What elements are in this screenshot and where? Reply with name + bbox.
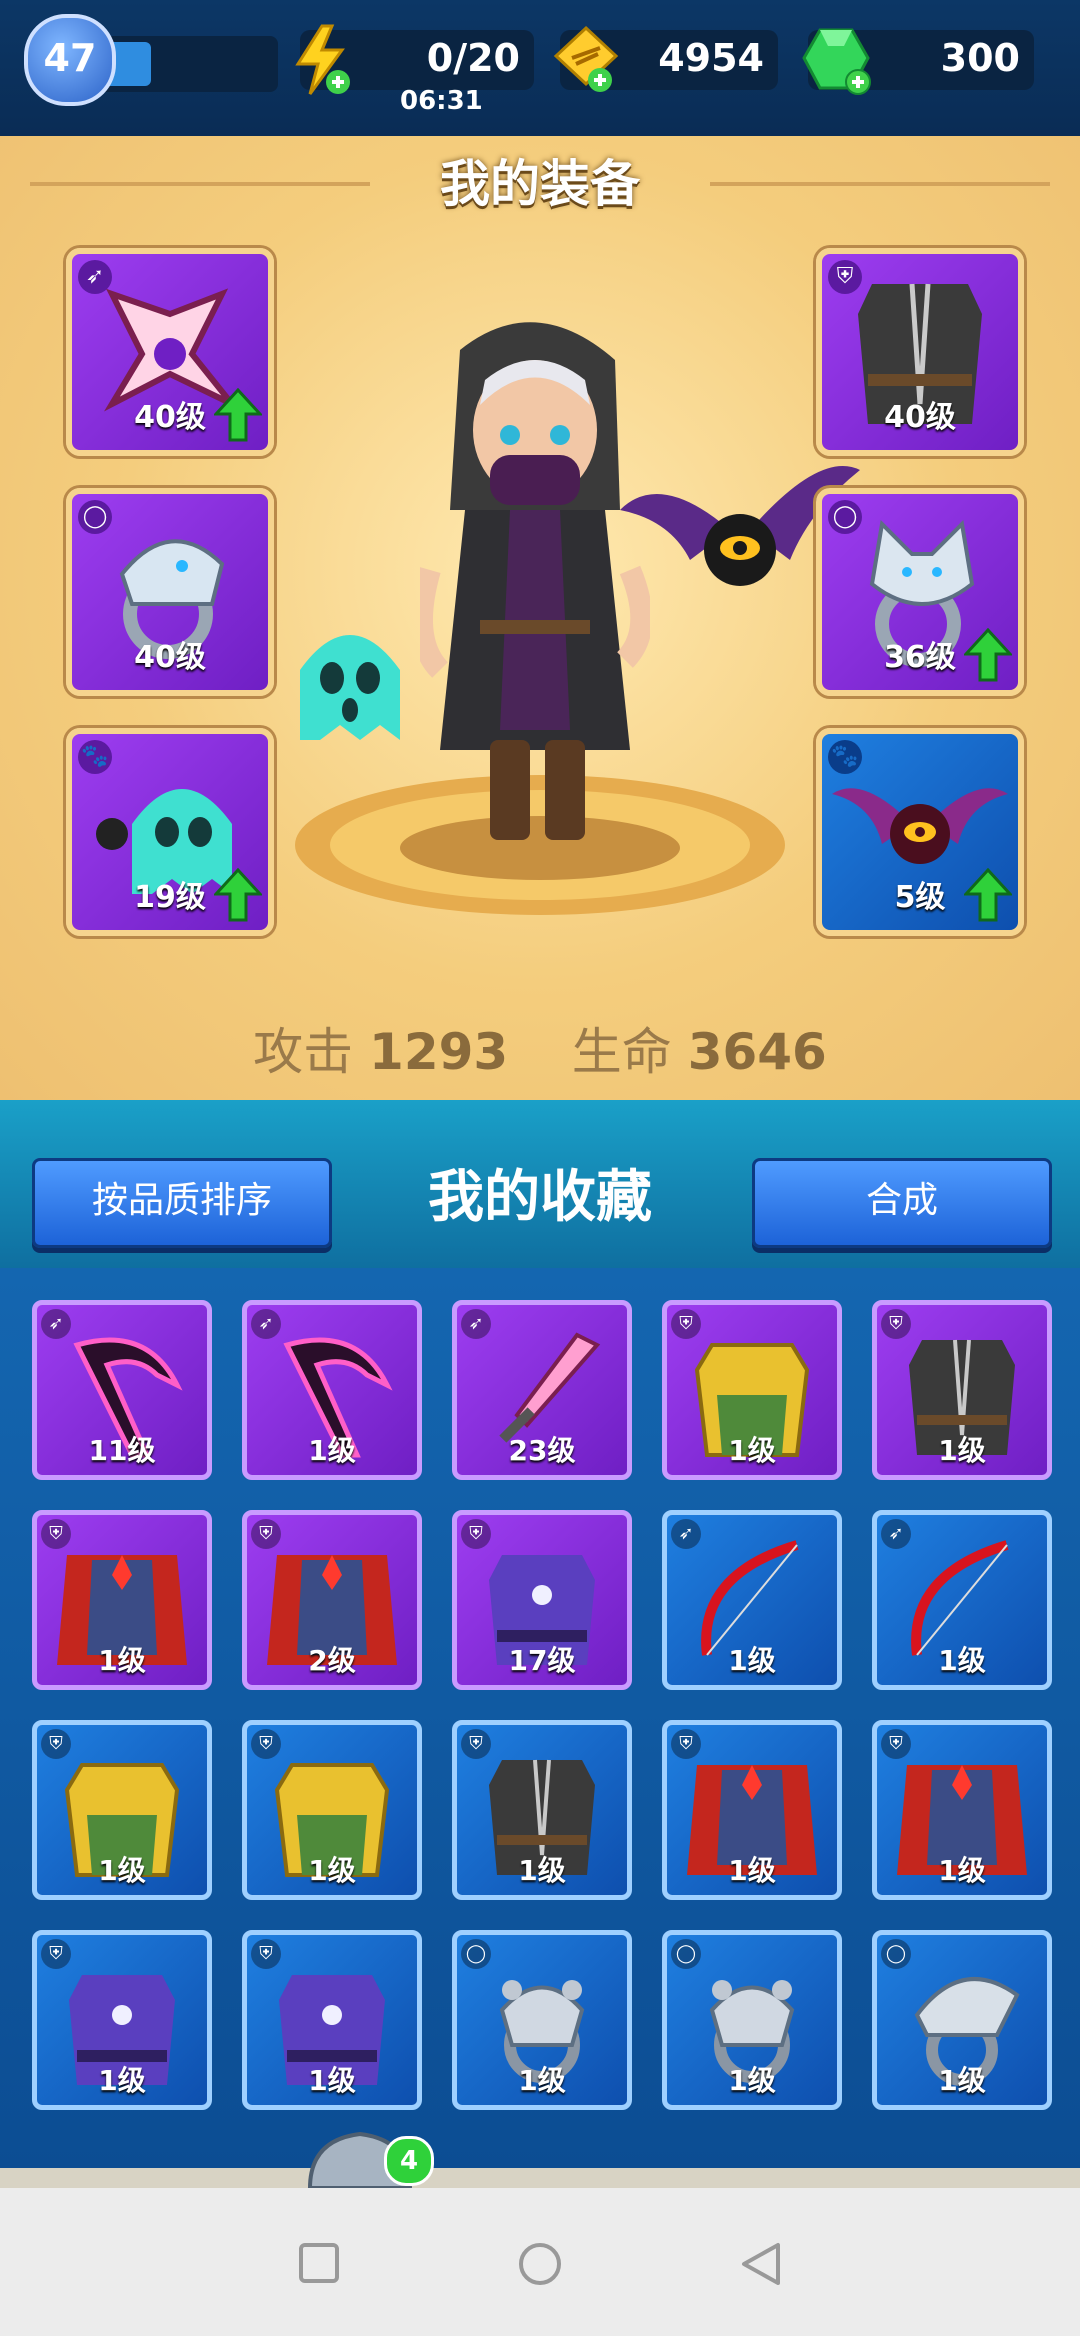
recent-apps-icon[interactable] (298, 2242, 340, 2284)
item-level: 1级 (938, 1854, 986, 1887)
collection-item[interactable]: ⛨ 1级 (242, 1720, 422, 1900)
item-level: 23级 (508, 1434, 576, 1467)
item-category-icon: ➶ (671, 1519, 701, 1549)
collection-item[interactable]: ⛨ 2级 (242, 1510, 422, 1690)
item-level: 1级 (728, 1644, 776, 1677)
merge-button[interactable]: 合成 (752, 1158, 1052, 1248)
equip-slot-weapon[interactable]: ➶ 40级 (66, 248, 274, 456)
collection-item[interactable]: ⛨ 1级 (32, 1720, 212, 1900)
collection-item[interactable]: ⛨ 1级 (662, 1720, 842, 1900)
gold-value: 4954 (658, 36, 764, 80)
ghost-pet-figure (300, 635, 400, 740)
equip-slot-armor[interactable]: ⛨ 40级 (816, 248, 1024, 456)
equip-slot-ring-2[interactable]: ◯ 36级 (816, 488, 1024, 696)
home-icon[interactable] (518, 2242, 562, 2286)
equip-slot-ring[interactable]: ◯ 40级 (66, 488, 274, 696)
item-category-icon: ⛨ (251, 1519, 281, 1549)
collection-item[interactable]: ⛨ 1级 (662, 1300, 842, 1480)
slot-level: 40级 (134, 640, 206, 675)
item-category-icon: ⛨ (251, 1729, 281, 1759)
item-level: 1级 (728, 1854, 776, 1887)
item-level: 1级 (98, 2064, 146, 2097)
collection-item[interactable]: ⛨ 1级 (452, 1720, 632, 1900)
collection-item[interactable]: ➶ 1级 (662, 1510, 842, 1690)
item-category-icon: ⛨ (41, 1519, 71, 1549)
item-category-icon: ⛨ (461, 1519, 491, 1549)
item-level: 1级 (518, 2064, 566, 2097)
item-level: 1级 (98, 1854, 146, 1887)
item-category-icon: ⛨ (671, 1309, 701, 1339)
collection-item[interactable]: ⛨ 1级 (872, 1720, 1052, 1900)
item-level: 1级 (308, 1434, 356, 1467)
equipment-title: 我的装备 (440, 155, 640, 213)
item-category-icon: ◯ (671, 1939, 701, 1969)
collection-item[interactable]: ➶ 1级 (872, 1510, 1052, 1690)
upgrade-arrow-icon (214, 388, 262, 442)
collection-item[interactable]: ⛨ 1级 (242, 1930, 422, 2110)
collection-item[interactable]: ➶ 23级 (452, 1300, 632, 1480)
item-level: 1级 (728, 1434, 776, 1467)
system-nav-bar (0, 2188, 1080, 2336)
gem-value: 300 (940, 36, 1020, 80)
lightning-icon[interactable] (292, 24, 350, 96)
xp-bar (96, 36, 278, 92)
item-category-icon: ◯ (461, 1939, 491, 1969)
item-category-icon: ⛨ (881, 1309, 911, 1339)
bottom-nav-bar (0, 2168, 1080, 2188)
gem-icon[interactable] (800, 26, 874, 96)
item-category-icon: ⛨ (461, 1729, 491, 1759)
attack-label: 攻击 (253, 1023, 354, 1081)
item-level: 1级 (938, 1644, 986, 1677)
item-level: 1级 (308, 1854, 356, 1887)
slot-level: 40级 (884, 400, 956, 435)
attack-value: 1293 (369, 1023, 509, 1081)
energy-timer: 06:31 (400, 86, 483, 116)
equip-slot-pet[interactable]: 🐾 19级 (66, 728, 274, 936)
hero-stats: 攻击 1293 生命 3646 (0, 1012, 1080, 1084)
item-level: 2级 (308, 1644, 356, 1677)
collection-title: 我的收藏 (428, 1165, 652, 1230)
item-category-icon: ➶ (41, 1309, 71, 1339)
item-level: 17级 (508, 1644, 576, 1677)
collection-item[interactable]: ◯ 1级 (452, 1930, 632, 2110)
upgrade-arrow-icon (964, 628, 1012, 682)
item-category-icon: ⛨ (251, 1939, 281, 1969)
upgrade-arrow-icon (214, 868, 262, 922)
item-category-icon: ➶ (251, 1309, 281, 1339)
item-level: 11级 (88, 1434, 156, 1467)
sort-by-quality-button[interactable]: 按品质排序 (32, 1158, 332, 1248)
hero-character[interactable] (420, 310, 650, 860)
collection-item[interactable]: ⛨ 1级 (32, 1510, 212, 1690)
collection-item[interactable]: ◯ 1级 (662, 1930, 842, 2110)
gold-icon[interactable] (550, 24, 624, 96)
hp-label: 生命 (571, 1023, 672, 1081)
collection-item[interactable]: ⛨ 1级 (32, 1930, 212, 2110)
collection-item[interactable]: ◯ 1级 (872, 1930, 1052, 2110)
collection-item[interactable]: ➶ 11级 (32, 1300, 212, 1480)
back-icon[interactable] (740, 2242, 782, 2286)
item-category-icon: ⛨ (671, 1729, 701, 1759)
item-category-icon: ⛨ (41, 1939, 71, 1969)
item-category-icon: ➶ (461, 1309, 491, 1339)
item-category-icon: ◯ (881, 1939, 911, 1969)
collection-item[interactable]: ⛨ 1级 (872, 1300, 1052, 1480)
collection-item[interactable]: ⛨ 17级 (452, 1510, 632, 1690)
player-level-badge[interactable]: 47 (24, 14, 116, 106)
item-category-icon: ⛨ (41, 1729, 71, 1759)
energy-value: 0/20 (426, 36, 520, 80)
item-level: 1级 (728, 2064, 776, 2097)
equip-slot-pet-2[interactable]: 🐾 5级 (816, 728, 1024, 936)
item-level: 1级 (98, 1644, 146, 1677)
hp-value: 3646 (687, 1023, 827, 1081)
item-category-icon: ➶ (881, 1519, 911, 1549)
item-level: 1级 (308, 2064, 356, 2097)
collection-item[interactable]: ➶ 1级 (242, 1300, 422, 1480)
item-level: 1级 (938, 1434, 986, 1467)
item-level: 1级 (518, 1854, 566, 1887)
item-category-icon: ⛨ (881, 1729, 911, 1759)
upgrade-arrow-icon (964, 868, 1012, 922)
nav-badge: 4 (384, 2136, 434, 2186)
item-level: 1级 (938, 2064, 986, 2097)
